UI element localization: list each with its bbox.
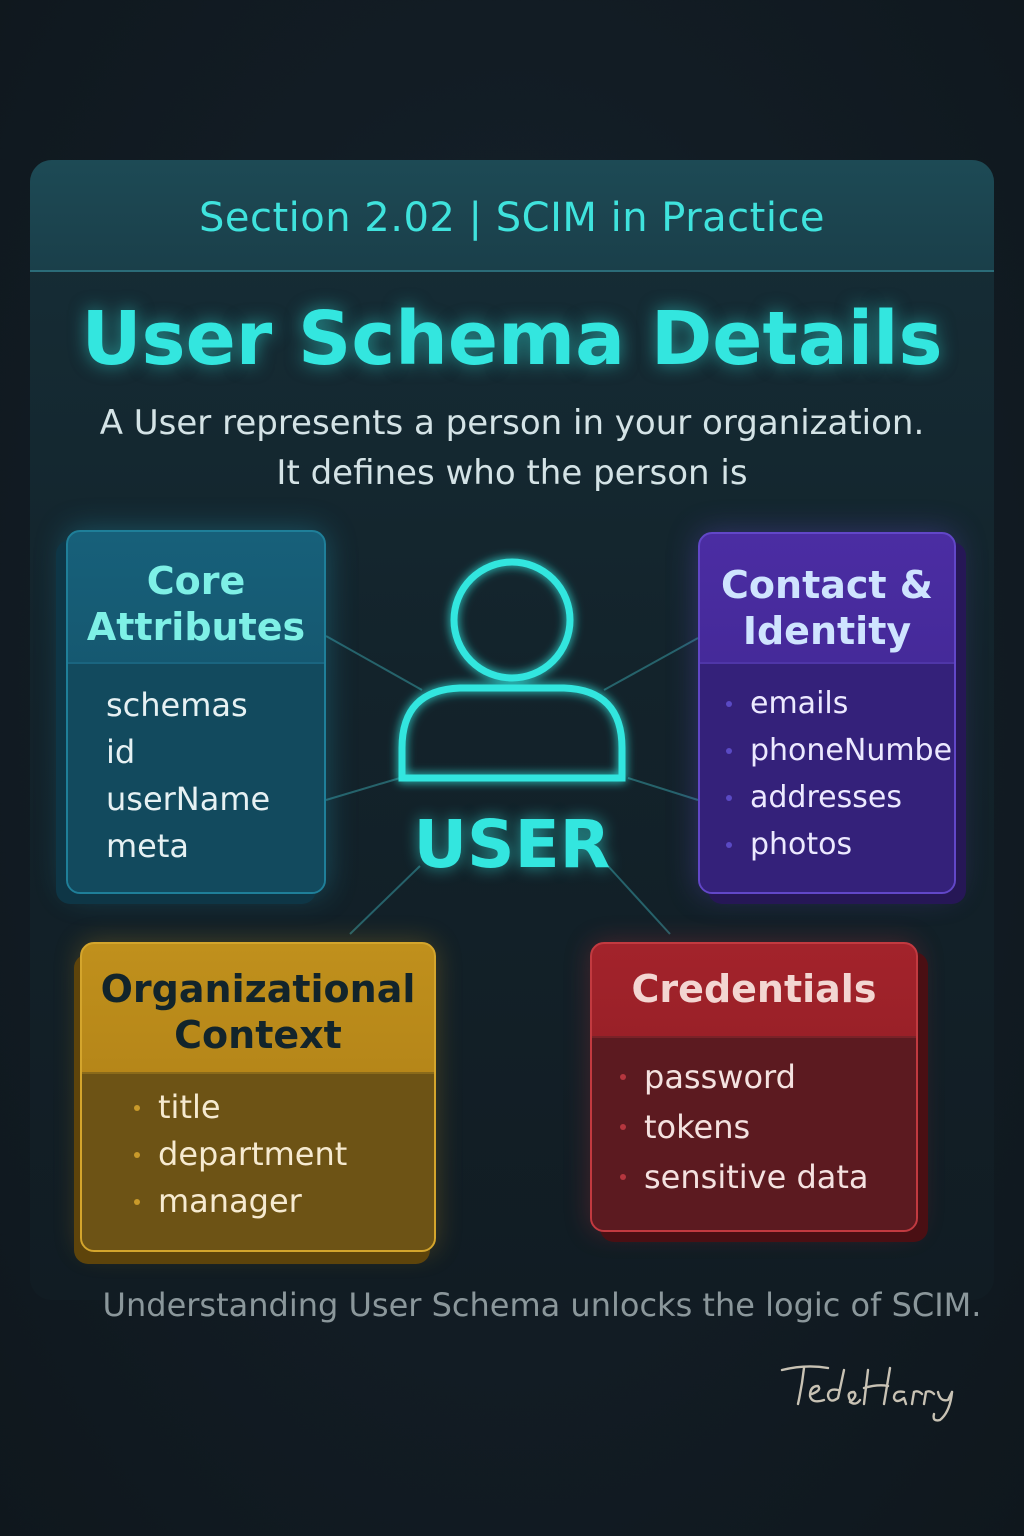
list-item-label: photos	[750, 827, 853, 862]
card-credentials: Credentials password tokens sensitive da…	[590, 942, 918, 1232]
card-organizational-context: Organizational Context title department …	[80, 942, 436, 1252]
list-item-label: meta	[106, 827, 190, 865]
list-item-label: addresses	[750, 780, 902, 815]
card-core-list: schemas id userName meta	[68, 662, 324, 892]
list-item: photos	[726, 821, 954, 868]
list-item: addresses	[726, 774, 954, 821]
card-contact-list: emails phoneNumbers addresses photos	[700, 662, 954, 892]
list-item-label: id	[106, 733, 136, 771]
list-item-label: title	[158, 1088, 221, 1126]
bullet-icon	[726, 700, 732, 707]
bullet-icon	[726, 841, 732, 848]
list-item-label: manager	[158, 1182, 302, 1220]
card-core-title-line-1: Core	[146, 559, 246, 603]
card-cred-title: Credentials	[631, 967, 877, 1011]
card-org-list: title department manager	[82, 1072, 434, 1250]
list-item-label: password	[644, 1058, 796, 1096]
list-item: phoneNumbers	[726, 727, 954, 774]
card-org-title-line-1: Organizational	[100, 967, 416, 1011]
list-item: tokens	[620, 1102, 916, 1152]
list-item: id	[106, 729, 324, 776]
list-item: title	[134, 1084, 434, 1131]
card-org-title: Organizational Context	[82, 944, 434, 1072]
signature-logo	[780, 1365, 954, 1422]
bullet-icon	[620, 1124, 626, 1130]
bullet-icon	[134, 1104, 140, 1111]
card-contact-title-line-1: Contact &	[721, 563, 933, 607]
card-core-title: Core Attributes	[68, 532, 324, 662]
list-item-label: userName	[106, 780, 271, 818]
card-contact-title-line-2: Identity	[742, 609, 912, 653]
list-item: department	[134, 1131, 434, 1178]
connector-org	[349, 865, 421, 935]
list-item: sensitive data	[620, 1152, 916, 1202]
card-contact-identity: Contact & Identity emails phoneNumbers a…	[698, 532, 956, 894]
list-item: manager	[134, 1178, 434, 1225]
user-icon	[398, 558, 626, 782]
list-item-label: sensitive data	[644, 1158, 869, 1196]
list-item: schemas	[106, 682, 324, 729]
list-item-label: emails	[750, 686, 849, 721]
list-item: password	[620, 1052, 916, 1102]
card-core-title-line-2: Attributes	[86, 605, 306, 649]
bullet-icon	[726, 747, 732, 754]
bullet-icon	[134, 1151, 140, 1158]
card-core-attributes: Core Attributes schemas id userName meta	[66, 530, 326, 894]
bullet-icon	[726, 794, 732, 801]
footer-tagline: Understanding User Schema unlocks the lo…	[102, 1286, 982, 1324]
bullet-icon	[620, 1074, 626, 1080]
list-item-label: tokens	[644, 1108, 751, 1146]
user-label: USER	[413, 806, 611, 883]
list-item-label: department	[158, 1135, 348, 1173]
card-contact-title: Contact & Identity	[700, 534, 954, 662]
card-org-title-line-2: Context	[174, 1013, 342, 1057]
bullet-icon	[620, 1174, 626, 1180]
connector-cred	[607, 865, 671, 935]
list-item: emails	[726, 680, 954, 727]
list-item: meta	[106, 823, 324, 870]
list-item-label: schemas	[106, 686, 248, 724]
bullet-icon	[134, 1198, 140, 1205]
list-item: userName	[106, 776, 324, 823]
list-item-label: phoneNumbers	[750, 733, 954, 768]
card-cred-list: password tokens sensitive data	[592, 1036, 916, 1230]
